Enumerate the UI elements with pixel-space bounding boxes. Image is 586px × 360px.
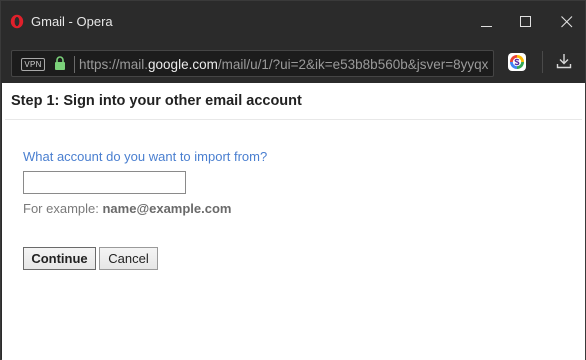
url-host: google.com [148, 57, 218, 72]
close-icon [560, 15, 573, 28]
address-bar[interactable]: VPN https://mail.google.com/mail/u/1/?ui… [11, 50, 494, 77]
maximize-button[interactable] [503, 1, 548, 42]
account-question-label: What account do you want to import from? [23, 149, 268, 164]
example-email: name@example.com [102, 201, 232, 216]
title-bar: Gmail - Opera [1, 1, 585, 42]
url-separator [74, 56, 75, 73]
window-title: Gmail - Opera [31, 14, 113, 29]
browser-window: Gmail - Opera VPN https://mail.google.co… [0, 0, 586, 360]
url-suffix: /mail/u/1/?ui=2&ik=e53b8b560b&jsver=8yyq… [217, 57, 489, 72]
address-bar-row: VPN https://mail.google.com/mail/u/1/?ui… [1, 42, 585, 82]
maximize-icon [519, 15, 532, 28]
close-button[interactable] [544, 1, 586, 42]
download-icon[interactable] [555, 52, 573, 70]
page-title: Step 1: Sign into your other email accou… [11, 93, 302, 109]
cancel-button[interactable]: Cancel [99, 247, 158, 270]
opera-logo-icon [10, 14, 24, 29]
example-prefix: For example: [23, 201, 103, 216]
example-hint: For example: name@example.com [23, 201, 232, 216]
url-prefix: https://mail. [79, 57, 149, 72]
page-content: Step 1: Sign into your other email accou… [2, 83, 585, 360]
continue-button[interactable]: Continue [23, 247, 96, 270]
vpn-badge[interactable]: VPN [21, 58, 45, 71]
lock-icon[interactable] [54, 56, 66, 71]
divider [5, 119, 582, 120]
extension-icon[interactable] [507, 52, 527, 72]
toolbar-separator [542, 51, 543, 73]
url-field[interactable]: https://mail.google.com/mail/u/1/?ui=2&i… [79, 56, 491, 73]
minimize-icon [480, 16, 493, 28]
account-email-input[interactable] [23, 171, 186, 194]
